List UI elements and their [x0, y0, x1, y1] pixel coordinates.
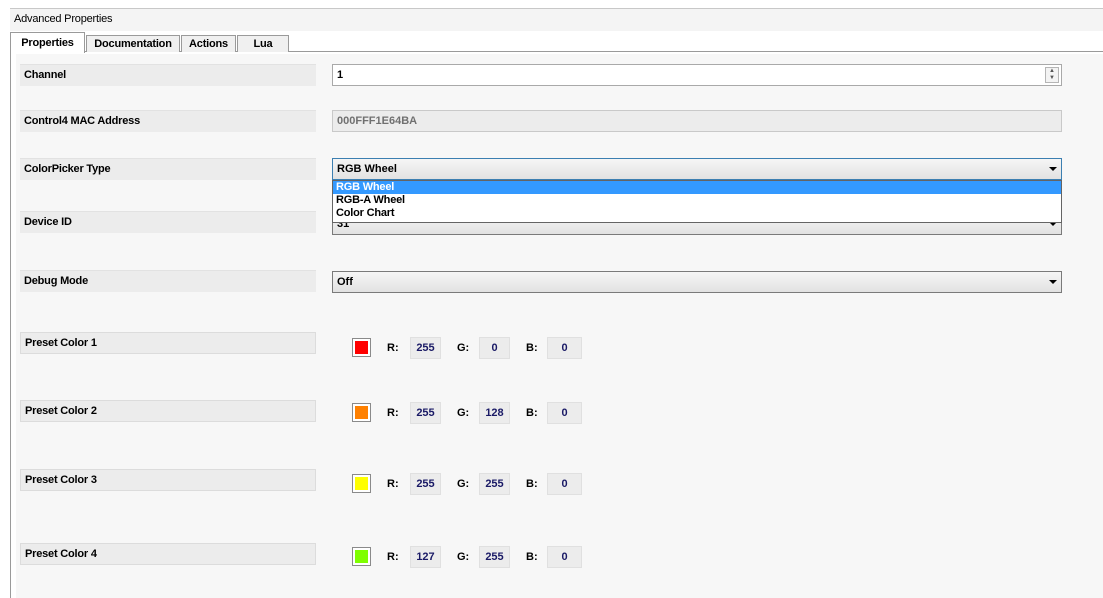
preset-color-2-fill [355, 406, 368, 419]
green-label: G: [457, 551, 470, 563]
properties-panel [16, 54, 1103, 598]
panel-border [10, 51, 11, 598]
channel-field[interactable]: 1 ▲ ▼ [332, 64, 1062, 86]
preset-color-2-green[interactable]: 128 [479, 402, 510, 424]
tab-bar: Properties Documentation Actions Lua [10, 32, 1103, 53]
green-label: G: [457, 342, 470, 354]
preset-color-2-blue[interactable]: 0 [547, 402, 582, 424]
preset-color-1-blue[interactable]: 0 [547, 337, 582, 359]
chevron-down-icon [1049, 280, 1057, 284]
colorpicker-type-label: ColorPicker Type [20, 158, 316, 180]
red-label: R: [387, 551, 399, 563]
preset-color-3-red[interactable]: 255 [410, 473, 441, 495]
red-label: R: [387, 478, 399, 490]
preset-color-1-fill [355, 341, 368, 354]
preset-color-4-green[interactable]: 255 [479, 546, 510, 568]
channel-spinner-icon[interactable]: ▲ ▼ [1045, 67, 1059, 83]
window-title: Advanced Properties [14, 13, 113, 25]
colorpicker-type-value: RGB Wheel [337, 163, 397, 175]
preset-color-3-fill [355, 477, 368, 490]
tab-lua[interactable]: Lua [237, 35, 289, 52]
green-label: G: [457, 407, 470, 419]
blue-label: B: [526, 407, 538, 419]
green-label: G: [457, 478, 470, 490]
preset-color-4-label: Preset Color 4 [20, 543, 316, 565]
debug-mode-select[interactable]: Off [332, 271, 1062, 293]
dropdown-option-rgb-wheel[interactable]: RGB Wheel [333, 181, 1061, 194]
mac-address-label: Control4 MAC Address [20, 110, 316, 132]
device-id-label: Device ID [20, 211, 316, 233]
preset-color-4-blue[interactable]: 0 [547, 546, 582, 568]
colorpicker-type-dropdown: RGB Wheel RGB-A Wheel Color Chart [332, 180, 1062, 223]
dropdown-option-rgba-wheel[interactable]: RGB-A Wheel [333, 194, 1061, 207]
red-label: R: [387, 407, 399, 419]
blue-label: B: [526, 478, 538, 490]
debug-mode-value: Off [337, 276, 353, 288]
tab-properties[interactable]: Properties [10, 32, 85, 53]
preset-color-4-red[interactable]: 127 [410, 546, 441, 568]
tab-documentation[interactable]: Documentation [86, 35, 180, 52]
preset-color-2-red[interactable]: 255 [410, 402, 441, 424]
window-titlebar: Advanced Properties [10, 8, 1103, 31]
preset-color-3-blue[interactable]: 0 [547, 473, 582, 495]
preset-color-1-swatch[interactable] [352, 338, 371, 357]
preset-color-1-label: Preset Color 1 [20, 332, 316, 354]
tab-actions[interactable]: Actions [181, 35, 236, 52]
channel-value: 1 [337, 69, 344, 81]
preset-color-1-green[interactable]: 0 [479, 337, 510, 359]
preset-color-4-swatch[interactable] [352, 547, 371, 566]
channel-label: Channel [20, 64, 316, 86]
red-label: R: [387, 342, 399, 354]
preset-color-3-label: Preset Color 3 [20, 469, 316, 491]
preset-color-1-red[interactable]: 255 [410, 337, 441, 359]
preset-color-2-swatch[interactable] [352, 403, 371, 422]
preset-color-3-swatch[interactable] [352, 474, 371, 493]
blue-label: B: [526, 551, 538, 563]
preset-color-3-green[interactable]: 255 [479, 473, 510, 495]
mac-address-field: 000FFF1E64BA [332, 110, 1062, 132]
preset-color-2-label: Preset Color 2 [20, 400, 316, 422]
chevron-down-icon [1049, 167, 1057, 171]
colorpicker-type-select[interactable]: RGB Wheel [332, 158, 1062, 180]
blue-label: B: [526, 342, 538, 354]
dropdown-option-color-chart[interactable]: Color Chart [333, 207, 1061, 220]
preset-color-4-fill [355, 550, 368, 563]
debug-mode-label: Debug Mode [20, 270, 316, 292]
